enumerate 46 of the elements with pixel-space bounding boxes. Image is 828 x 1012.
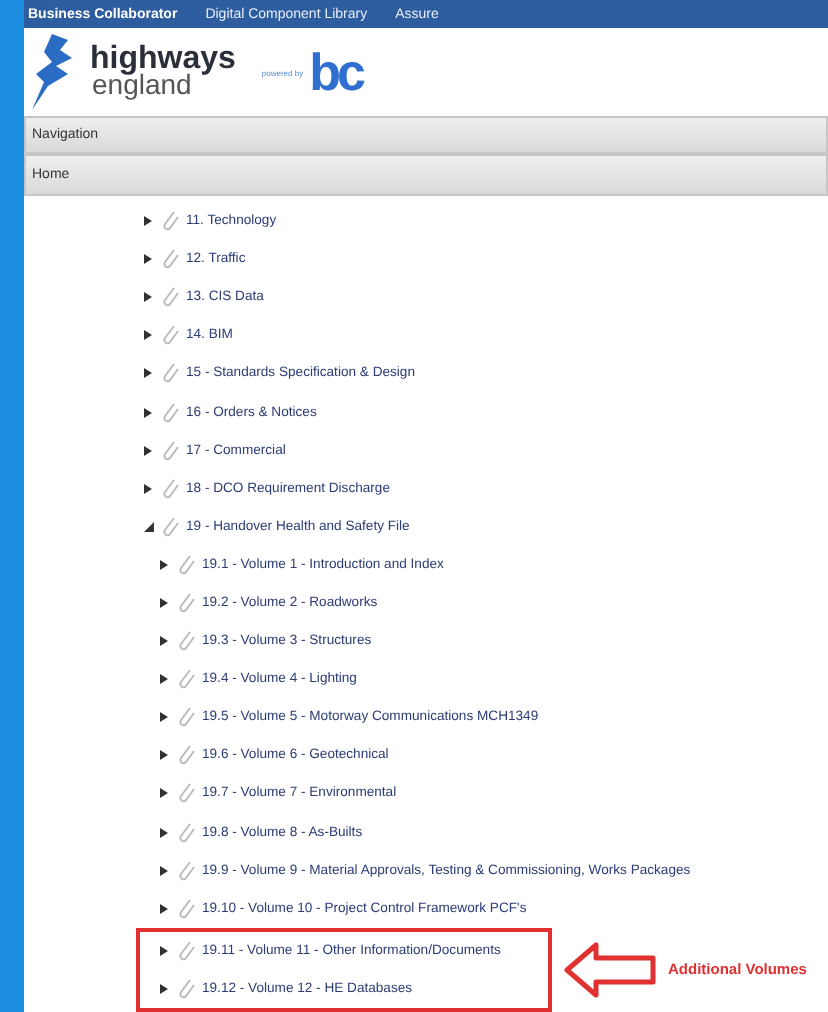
paperclip-icon	[178, 782, 196, 805]
paperclip-icon	[178, 630, 196, 653]
toggle-icon[interactable]	[144, 368, 154, 379]
paperclip-icon	[178, 744, 196, 767]
paperclip-icon	[162, 286, 180, 309]
toggle-icon[interactable]	[144, 254, 154, 265]
toggle-icon[interactable]	[144, 216, 154, 227]
toggle-icon[interactable]	[144, 521, 154, 532]
toggle-icon[interactable]	[160, 674, 170, 685]
logo-text: england	[90, 72, 192, 98]
toggle-icon[interactable]	[144, 483, 154, 494]
paperclip-icon	[178, 939, 196, 962]
paperclip-icon	[178, 821, 196, 844]
paperclip-icon	[178, 553, 196, 576]
logo-mark: bc	[309, 46, 362, 98]
toggle-icon[interactable]	[160, 712, 170, 723]
paperclip-icon	[178, 977, 196, 1000]
paperclip-icon	[178, 591, 196, 614]
paperclip-icon	[162, 362, 180, 385]
paperclip-icon	[162, 515, 180, 538]
toggle-icon[interactable]	[160, 788, 170, 799]
paperclip-icon	[178, 668, 196, 691]
toggle-icon[interactable]	[160, 903, 170, 914]
toggle-icon[interactable]	[160, 597, 170, 608]
paperclip-icon	[178, 859, 196, 882]
toggle-icon[interactable]	[160, 865, 170, 876]
paperclip-icon	[162, 324, 180, 347]
toggle-icon[interactable]	[144, 330, 154, 341]
paperclip-icon	[178, 706, 196, 729]
paperclip-icon	[162, 210, 180, 233]
paperclip-icon	[162, 439, 180, 462]
toggle-icon[interactable]	[160, 945, 170, 956]
logo-text: highways	[90, 46, 236, 72]
left-arrow-icon	[564, 941, 656, 998]
toggle-icon[interactable]	[160, 983, 170, 994]
paperclip-icon	[162, 477, 180, 500]
paperclip-icon	[162, 248, 180, 271]
toggle-icon[interactable]	[144, 445, 154, 456]
toggle-icon[interactable]	[160, 827, 170, 838]
toggle-icon[interactable]	[144, 407, 154, 418]
paperclip-icon	[162, 401, 180, 424]
toggle-icon[interactable]	[160, 636, 170, 647]
toggle-icon[interactable]	[160, 559, 170, 570]
toggle-icon[interactable]	[144, 292, 154, 303]
paperclip-icon	[178, 897, 196, 920]
toggle-icon[interactable]	[160, 750, 170, 761]
